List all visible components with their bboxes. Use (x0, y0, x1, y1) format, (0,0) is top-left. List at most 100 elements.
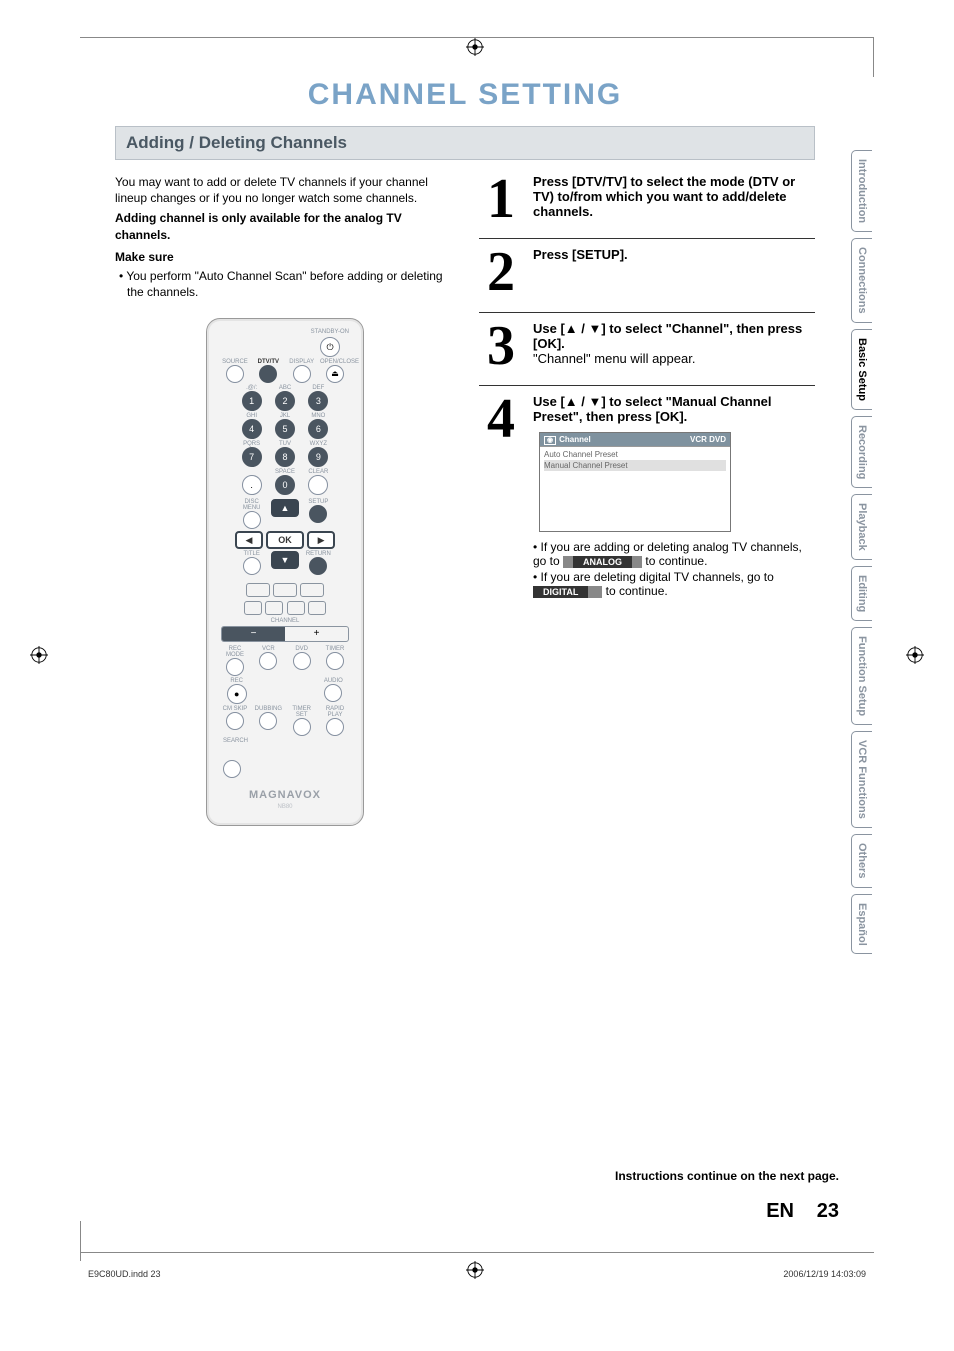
nav-down-button: ▼ (271, 551, 299, 569)
osd-screenshot: ◉Channel VCR DVD Auto Channel Preset Man… (539, 432, 731, 532)
tab-editing[interactable]: Editing (851, 566, 872, 621)
tab-others[interactable]: Others (851, 834, 872, 887)
timer-button (326, 652, 344, 670)
tab-playback[interactable]: Playback (851, 494, 872, 560)
cmskip-button (226, 712, 244, 730)
search-label: SEARCH (223, 738, 355, 744)
play-button (273, 583, 297, 597)
section-heading: Adding / Deleting Channels (115, 126, 815, 160)
step-2-text: Press [SETUP]. (533, 247, 628, 262)
key-7: 7 (242, 447, 262, 467)
trim-corner (861, 37, 874, 77)
channel-label: CHANNEL (215, 618, 355, 624)
ff-button (287, 601, 305, 615)
osd-mode: VCR DVD (690, 435, 726, 444)
openclose-button: ⏏ (326, 365, 344, 383)
rapid-label: RAPID PLAY (320, 706, 350, 718)
key-3: 3 (308, 391, 328, 411)
vcr-label: VCR (253, 646, 283, 652)
step-2: 2 Press [SETUP]. (479, 243, 815, 312)
tab-function-setup[interactable]: Function Setup (851, 627, 872, 725)
dvd-button (293, 652, 311, 670)
file-meta-left: E9C80UD.indd 23 (88, 1269, 161, 1279)
key-9: 9 (308, 447, 328, 467)
title-button (243, 557, 261, 575)
step-number: 4 (479, 394, 523, 598)
key-0: 0 (275, 475, 295, 495)
timerset-label: TIMERSET (287, 706, 317, 718)
key-1: 1 (242, 391, 262, 411)
intro-text-1: You may want to add or delete TV channel… (115, 174, 455, 206)
trim-corner (80, 1221, 93, 1261)
rec-button: ● (227, 684, 247, 704)
registration-mark-icon (906, 646, 924, 664)
tab-basic-setup[interactable]: Basic Setup (851, 329, 872, 410)
digital-pill: DIGITAL (533, 586, 602, 598)
page-title: CHANNEL SETTING (115, 78, 815, 112)
vcr-button (259, 652, 277, 670)
tab-recording[interactable]: Recording (851, 416, 872, 488)
nav-up-button: ▲ (271, 499, 299, 517)
ok-button: OK (266, 531, 304, 549)
key-dot: . (242, 475, 262, 495)
step-4: 4 Use [▲ / ▼] to select "Manual Channel … (479, 390, 815, 612)
standby-label: STANDBY-ON (215, 329, 355, 335)
osd-title: ◉Channel (544, 435, 591, 444)
key-6: 6 (308, 419, 328, 439)
recmode-button (226, 658, 244, 676)
trim-line (80, 37, 874, 38)
left-column: You may want to add or delete TV channel… (115, 170, 455, 826)
audio-button (324, 684, 342, 702)
channel-minus-button: − (222, 627, 285, 641)
channel-bar: − + (221, 626, 349, 642)
page-container: Introduction Connections Basic Setup Rec… (0, 0, 954, 1351)
prev-button (246, 583, 270, 597)
key-2: 2 (275, 391, 295, 411)
search-button (223, 760, 241, 778)
intro-text-2: Adding channel is only available for the… (115, 210, 455, 242)
osd-item-manual: Manual Channel Preset (544, 460, 726, 471)
step-number: 3 (479, 321, 523, 371)
setup-button (309, 505, 327, 523)
cmskip-label: CM SKIP (220, 706, 250, 712)
next-button (300, 583, 324, 597)
tab-espanol[interactable]: Español (851, 894, 872, 955)
registration-mark-icon (30, 646, 48, 664)
audio-label: AUDIO (318, 678, 348, 684)
dubbing-button (259, 712, 277, 730)
key-clear (308, 475, 328, 495)
dtvtv-button (259, 365, 277, 383)
tab-vcr-functions[interactable]: VCR Functions (851, 731, 872, 828)
analog-pill: ANALOG (563, 556, 642, 568)
source-button (226, 365, 244, 383)
make-sure-bullet: • You perform "Auto Channel Scan" before… (115, 268, 455, 300)
make-sure-heading: Make sure (115, 249, 455, 265)
continue-note: Instructions continue on the next page. (615, 1169, 839, 1183)
side-tabs: Introduction Connections Basic Setup Rec… (851, 150, 881, 960)
step-4-note-analog: • If you are adding or deleting analog T… (533, 540, 815, 568)
content-area: CHANNEL SETTING Adding / Deleting Channe… (115, 78, 815, 826)
page-number: 23 (817, 1200, 839, 1223)
osd-item-auto: Auto Channel Preset (544, 449, 726, 460)
trim-line (80, 1252, 874, 1253)
tab-introduction[interactable]: Introduction (851, 150, 872, 232)
tab-connections[interactable]: Connections (851, 238, 872, 323)
display-button (293, 365, 311, 383)
step-4-note-digital: • If you are deleting digital TV channel… (533, 570, 815, 598)
step-1-text: Press [DTV/TV] to select the mode (DTV o… (533, 174, 795, 219)
model-label: NB80 (215, 803, 355, 811)
pause-button (244, 601, 262, 615)
step-number: 1 (479, 174, 523, 224)
key-5: 5 (275, 419, 295, 439)
step-number: 2 (479, 247, 523, 297)
step-3-line2: "Channel" menu will appear. (533, 351, 695, 366)
dvd-label: DVD (287, 646, 317, 652)
right-column: 1 Press [DTV/TV] to select the mode (DTV… (479, 170, 815, 826)
nav-right-button: ▶ (307, 531, 335, 549)
discmenu-label: DISC MENU (237, 499, 267, 511)
registration-mark-icon (466, 1261, 484, 1279)
page-language: EN (766, 1200, 794, 1223)
channel-plus-button: + (285, 627, 348, 641)
nav-left-button: ◀ (235, 531, 263, 549)
timer-label: TIMER (320, 646, 350, 652)
